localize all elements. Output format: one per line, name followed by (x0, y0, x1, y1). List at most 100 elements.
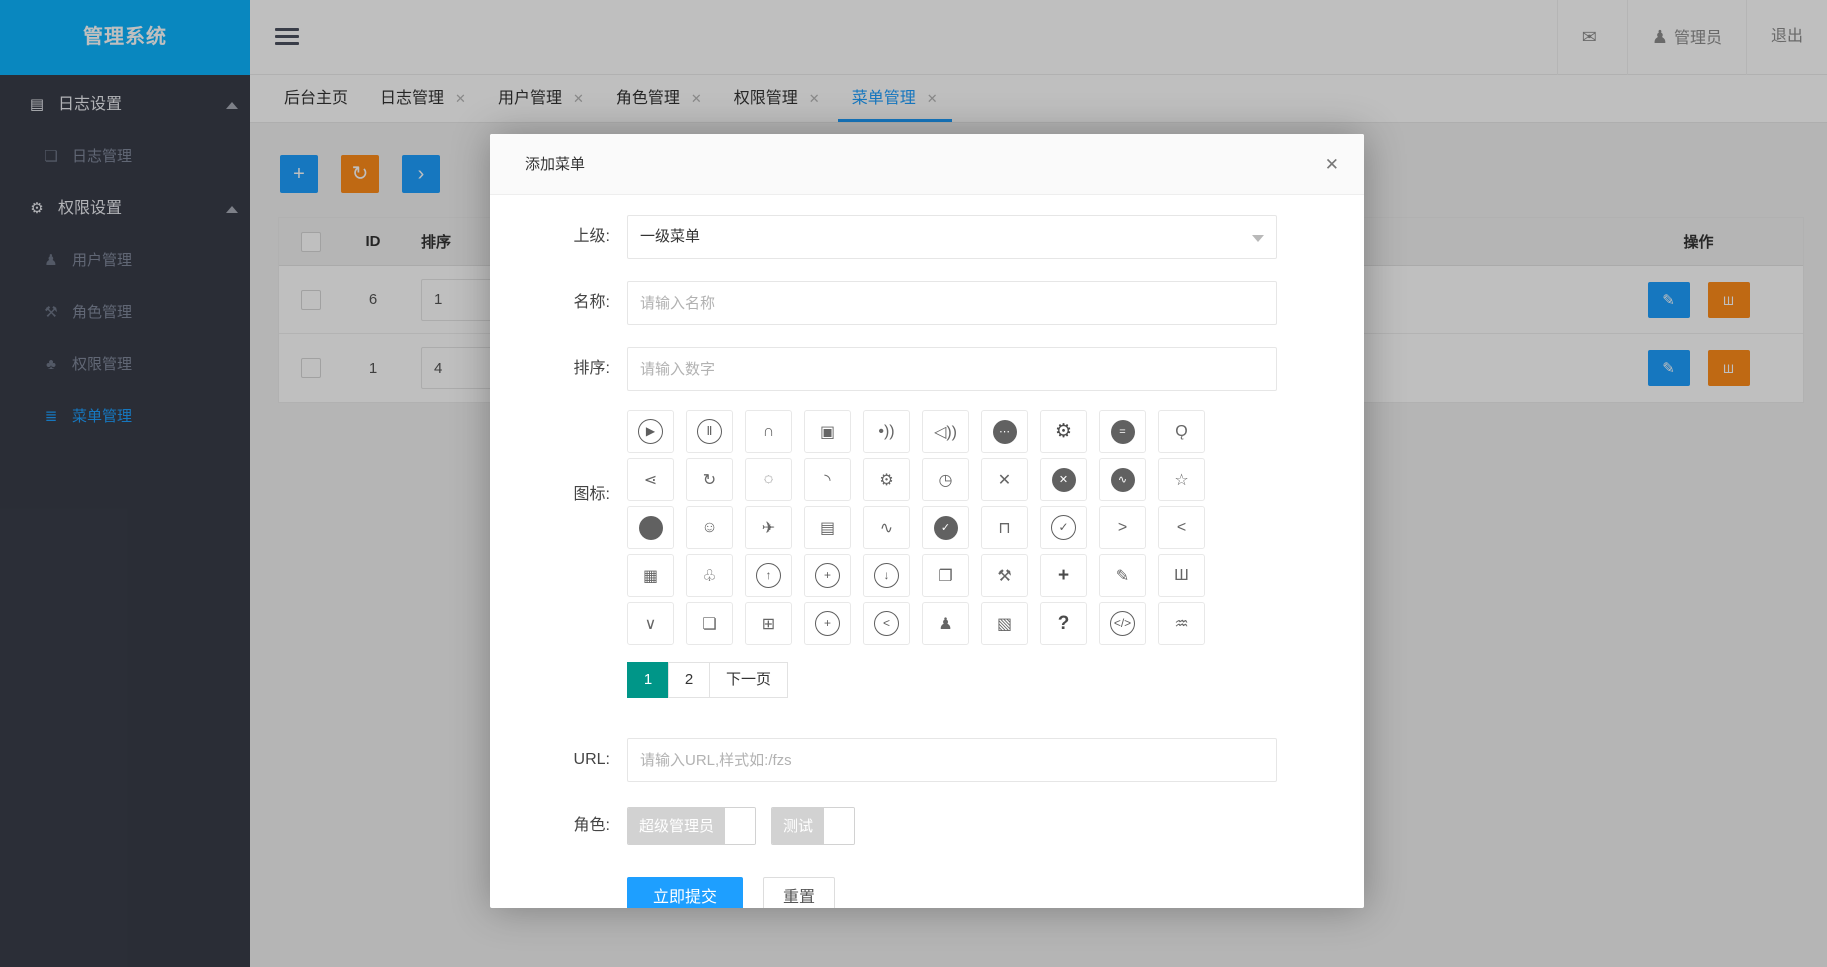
sort-label: 排序: (573, 360, 610, 377)
close-icon[interactable]: ✕ (981, 458, 1028, 501)
chat-dots-icon[interactable]: ⋯ (981, 410, 1028, 453)
group-icon[interactable]: ♟ (922, 602, 969, 645)
chevron-right-icon-glyph: > (1117, 518, 1128, 536)
gear-solid-icon-glyph: ⚙ (1054, 421, 1073, 442)
refresh-icon[interactable]: ↻ (686, 458, 733, 501)
gear-solid-icon[interactable]: ⚙ (1040, 410, 1087, 453)
pause-icon[interactable]: Ⅱ (686, 410, 733, 453)
video-icon[interactable]: ▣ (804, 410, 851, 453)
parent-select[interactable]: 一级菜单 (627, 215, 1277, 259)
question-icon-glyph: ? (1057, 612, 1070, 634)
speaker-icon[interactable]: ◁)) (922, 410, 969, 453)
code-circle-icon[interactable]: </> (1099, 602, 1146, 645)
file-icon-glyph: ❏ (702, 615, 717, 633)
close-circle-icon-glyph: ✕ (1051, 467, 1076, 492)
name-input[interactable] (627, 281, 1277, 325)
plus-circle-icon-glyph: + (815, 563, 840, 588)
gauge-icon[interactable]: ◷ (922, 458, 969, 501)
submit-button[interactable]: 立即提交 (627, 877, 743, 908)
window-icon[interactable]: ⊞ (745, 602, 792, 645)
loading-dots-icon-glyph: ◌ (763, 470, 774, 488)
signal-icon[interactable]: •)) (863, 410, 910, 453)
checkbox-mark-area (824, 808, 855, 844)
image-icon-glyph: ▧ (996, 615, 1013, 633)
loading-arc-icon-glyph: ◝ (824, 471, 831, 489)
chevron-down-icon (1252, 235, 1264, 242)
pencil-icon[interactable]: ✎ (1099, 554, 1146, 597)
arrow-up-circle-icon[interactable]: ↑ (745, 554, 792, 597)
arrow-down-circle-icon[interactable]: ↓ (863, 554, 910, 597)
role-checkbox-label: 超级管理员 (628, 808, 726, 844)
checkbox-mark-area (725, 808, 756, 844)
share-icon[interactable]: ⋖ (627, 458, 674, 501)
chevron-left-icon[interactable]: < (1158, 506, 1205, 549)
gear-outline-icon[interactable]: ⚙ (863, 458, 910, 501)
play-icon-glyph: ▶ (638, 419, 663, 444)
role-checkbox-label: 测试 (772, 808, 825, 844)
close-icon[interactable]: ✕ (1325, 134, 1339, 195)
pencil-icon-glyph: ✎ (1115, 567, 1130, 585)
file-icon[interactable]: ❏ (686, 602, 733, 645)
star-icon-glyph: ☆ (1174, 471, 1189, 489)
add-menu-dialog: 添加菜单 ✕ 上级: 一级菜单 名称: 排序: 图标: ▶ Ⅱ ∩ (490, 134, 1364, 908)
loading-arc-icon[interactable]: ◝ (804, 458, 851, 501)
role-checkbox-super-admin[interactable]: 超级管理员 (627, 807, 757, 845)
play-icon[interactable]: ▶ (627, 410, 674, 453)
search-icon[interactable]: Ǫ (1158, 410, 1205, 453)
fingerprint-icon[interactable] (627, 506, 674, 549)
send-icon[interactable]: ✈ (745, 506, 792, 549)
close-circle-icon[interactable]: ✕ (1040, 458, 1087, 501)
pause-icon-glyph: Ⅱ (697, 419, 722, 444)
reset-button[interactable]: 重置 (763, 877, 835, 908)
step-back-icon[interactable]: < (863, 602, 910, 645)
trash-icon[interactable]: Ш (1158, 554, 1205, 597)
chevron-down-icon[interactable]: ∨ (627, 602, 674, 645)
chart-board-icon-glyph: ∿ (1110, 467, 1135, 492)
chart-board-icon[interactable]: ∿ (1099, 458, 1146, 501)
signal-icon-glyph: •)) (878, 422, 895, 440)
window-icon-glyph: ⊞ (761, 615, 776, 633)
roles-label: 角色: (573, 817, 610, 834)
plus-circle-thin-icon[interactable]: + (804, 602, 851, 645)
page-2[interactable]: 2 (668, 662, 710, 698)
table-icon[interactable]: ▦ (627, 554, 674, 597)
role-checkbox-test[interactable]: 测试 (771, 807, 856, 845)
windows-icon-glyph: ❐ (938, 567, 953, 585)
file-text-icon[interactable]: ▤ (804, 506, 851, 549)
check-circle-fill-icon[interactable]: ✓ (922, 506, 969, 549)
page-1[interactable]: 1 (627, 662, 669, 698)
tshirt-icon[interactable]: ⊓ (981, 506, 1028, 549)
parent-select-value: 一级菜单 (640, 228, 701, 245)
send-icon-glyph: ✈ (761, 519, 776, 537)
trash-icon-glyph: Ш (1174, 566, 1189, 584)
plus-icon[interactable]: + (1040, 554, 1087, 597)
speaker-icon-glyph: ◁)) (934, 423, 957, 441)
url-input[interactable] (627, 738, 1277, 782)
question-icon[interactable]: ? (1040, 602, 1087, 645)
chevron-right-icon[interactable]: > (1099, 506, 1146, 549)
fingerprint-icon-glyph (638, 515, 663, 540)
next-page-button[interactable]: 下一页 (709, 662, 789, 698)
water-drop-icon[interactable]: ♒ (1158, 602, 1205, 645)
star-icon[interactable]: ☆ (1158, 458, 1205, 501)
water-drop-icon-glyph: ♒ (1174, 615, 1189, 633)
table-icon-glyph: ▦ (642, 567, 659, 585)
check-circle-icon[interactable]: ✓ (1040, 506, 1087, 549)
sort-input[interactable] (627, 347, 1277, 391)
tools-icon[interactable]: ⚒ (981, 554, 1028, 597)
gauge-icon-glyph: ◷ (938, 471, 953, 489)
tshirt-icon-glyph: ⊓ (998, 519, 1011, 537)
windows-icon[interactable]: ❐ (922, 554, 969, 597)
loading-dots-icon[interactable]: ◌ (745, 458, 792, 501)
image-icon[interactable]: ▧ (981, 602, 1028, 645)
pulse-icon[interactable]: ∿ (863, 506, 910, 549)
chevron-down-icon-glyph: ∨ (644, 615, 657, 633)
headset-icon[interactable]: ∩ (745, 410, 792, 453)
plus-circle-icon[interactable]: + (804, 554, 851, 597)
role-checkbox-group: 超级管理员 测试 (627, 807, 856, 845)
dialog-buttons: 立即提交 重置 (627, 877, 835, 908)
list-circle-icon[interactable]: = (1099, 410, 1146, 453)
tree-icon-glyph: ♧ (702, 567, 717, 585)
smile-icon[interactable]: ☺ (686, 506, 733, 549)
tree-icon[interactable]: ♧ (686, 554, 733, 597)
